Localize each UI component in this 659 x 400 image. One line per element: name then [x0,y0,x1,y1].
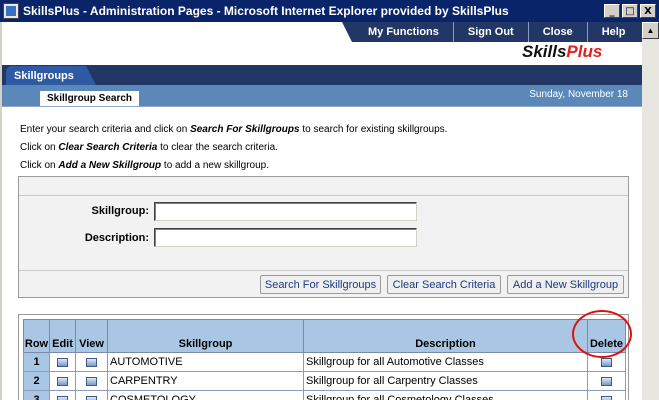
row-number: 3 [23,390,50,400]
col-edit: Edit [49,319,76,353]
minimize-button[interactable]: _ [604,4,620,18]
edit-icon[interactable] [57,376,68,386]
table-row: 2 CARPENTRY Skillgroup for all Carpentry… [23,371,626,391]
results-panel: Row Edit View Skillgroup Description Del… [18,314,629,400]
close-window-button[interactable]: X [640,4,656,18]
description-input[interactable] [154,228,417,247]
col-description[interactable]: Description [303,319,588,353]
table-row: 3 COSMETOLOGY Skillgroup for all Cosmeto… [23,390,626,400]
row-number: 2 [23,371,50,391]
nav-close[interactable]: Close [527,22,587,42]
col-view: View [75,319,108,353]
skillgroup-cell: COSMETOLOGY [107,390,304,400]
logo-part-skills: Skills [522,42,567,61]
window-controls: _ □ X [602,4,656,18]
description-cell: Skillgroup for all Cosmetology Classes [303,390,588,400]
description-cell: Skillgroup for all Carpentry Classes [303,371,588,391]
section-bar [2,65,642,85]
skillgroup-input[interactable] [154,202,417,221]
add-new-skillgroup-button[interactable]: Add a New Skillgroup [507,275,624,294]
view-icon[interactable] [86,357,97,367]
top-navigation: My Functions Sign Out Close Help [2,22,642,42]
current-date: Sunday, November 18 [529,89,628,100]
edit-icon[interactable] [57,395,68,400]
description-label: Description: [84,232,149,244]
skillgroup-cell: CARPENTRY [107,371,304,391]
scroll-up-arrow-icon[interactable]: ▲ [642,22,659,39]
tab-skillgroups[interactable]: Skillgroups [6,66,96,85]
nav-my-functions[interactable]: My Functions [352,22,453,42]
window-title-bar: SkillsPlus - Administration Pages - Micr… [0,0,659,22]
edit-icon[interactable] [57,357,68,367]
nav-sign-out[interactable]: Sign Out [452,22,528,42]
col-row: Row [23,319,50,353]
maximize-button[interactable]: □ [622,4,638,18]
instruction-line-2: Click on Clear Search Criteria to clear … [20,142,278,153]
description-cell: Skillgroup for all Automotive Classes [303,352,588,372]
instruction-line-1: Enter your search criteria and click on … [20,124,448,135]
delete-icon[interactable] [601,395,612,400]
results-table: Row Edit View Skillgroup Description Del… [23,319,626,400]
view-icon[interactable] [86,395,97,400]
delete-icon[interactable] [601,376,612,386]
table-header-row: Row Edit View Skillgroup Description Del… [23,319,626,353]
search-for-skillgroups-button[interactable]: Search For Skillgroups [260,275,381,294]
top-nav-links: My Functions Sign Out Close Help [342,22,642,42]
table-row: 1 AUTOMOTIVE Skillgroup for all Automoti… [23,352,626,372]
nav-help[interactable]: Help [586,22,640,42]
instruction-line-3: Click on Add a New Skillgroup to add a n… [20,160,269,171]
browser-content: My Functions Sign Out Close Help SkillsP… [2,22,642,400]
skillgroup-label: Skillgroup: [91,205,149,217]
col-skillgroup[interactable]: Skillgroup [107,319,304,353]
skillgroup-cell: AUTOMOTIVE [107,352,304,372]
delete-column-annotation-circle [572,310,632,358]
skillsplus-logo: SkillsPlus [522,42,602,62]
ie-app-icon [3,3,19,19]
vertical-scrollbar[interactable]: ▲ [642,22,659,400]
logo-part-plus: Plus [566,42,603,61]
delete-icon[interactable] [601,357,612,367]
view-icon[interactable] [86,376,97,386]
search-panel: Skillgroup: Description: Search For Skil… [18,176,629,298]
window-title: SkillsPlus - Administration Pages - Micr… [23,4,509,18]
row-number: 1 [23,352,50,372]
clear-search-criteria-button[interactable]: Clear Search Criteria [387,275,501,294]
tab-skillgroup-search[interactable]: Skillgroup Search [40,91,140,106]
